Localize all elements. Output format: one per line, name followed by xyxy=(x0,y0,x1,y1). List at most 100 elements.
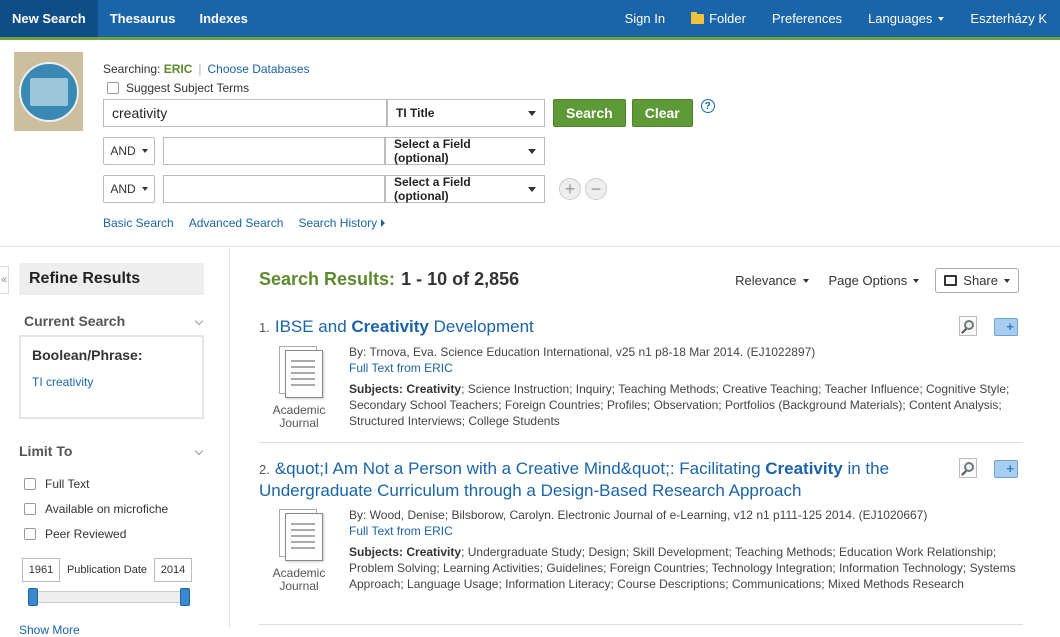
field-select-1-label: TI Title xyxy=(396,106,435,120)
date-range-slider[interactable] xyxy=(28,588,190,606)
limit-full-text[interactable]: Full Text xyxy=(24,477,89,491)
add-to-folder-icon[interactable]: + xyxy=(994,460,1018,478)
clear-button[interactable]: Clear xyxy=(631,99,693,127)
field-select-3[interactable]: Select a Field (optional) xyxy=(385,175,545,203)
limit-to-heading[interactable]: Limit To xyxy=(19,443,204,459)
microfiche-checkbox[interactable] xyxy=(24,503,36,515)
current-search-heading[interactable]: Current Search xyxy=(24,313,204,329)
result-title-2[interactable]: 2. &quot;I Am Not a Person with a Creativ… xyxy=(259,458,939,501)
arrow-right-icon xyxy=(381,219,386,227)
choose-databases-link[interactable]: Choose Databases xyxy=(208,62,310,76)
subjects-label: Subjects: xyxy=(349,382,404,396)
basic-search-link[interactable]: Basic Search xyxy=(103,216,174,230)
dropdown-arrow-icon xyxy=(528,186,536,192)
help-icon[interactable]: ? xyxy=(700,99,715,113)
preferences-link[interactable]: Preferences xyxy=(759,11,855,26)
caret-down-icon xyxy=(1004,278,1010,283)
result-item-2: 2. &quot;I Am Not a Person with a Creativ… xyxy=(259,458,1023,593)
tab-new-search[interactable]: New Search xyxy=(0,0,98,37)
collapse-panel-button[interactable]: « xyxy=(0,266,9,294)
current-search-box: Boolean/Phrase: TI creativity xyxy=(19,335,204,419)
preview-magnifier-icon[interactable] xyxy=(959,458,981,478)
chevron-down-icon xyxy=(194,446,204,456)
microfiche-label: Available on microfiche xyxy=(45,502,169,516)
search-row-3: AND Select a Field (optional) + − xyxy=(103,175,607,203)
add-to-folder-icon[interactable]: + xyxy=(994,318,1018,336)
search-history-link[interactable]: Search History xyxy=(298,216,386,230)
current-search-label: Current Search xyxy=(24,313,126,329)
suggest-subject-terms[interactable]: Suggest Subject Terms xyxy=(107,81,249,95)
search-mode-links: Basic Search Advanced Search Search Hist… xyxy=(103,216,386,230)
institution-logo xyxy=(14,52,83,131)
limit-to-label: Limit To xyxy=(19,443,73,459)
advanced-search-link[interactable]: Advanced Search xyxy=(189,216,284,230)
slider-handle-end[interactable] xyxy=(180,588,190,606)
sign-in-link[interactable]: Sign In xyxy=(612,11,678,26)
peer-reviewed-label: Peer Reviewed xyxy=(45,527,127,541)
search-input[interactable]: creativity xyxy=(103,99,387,127)
share-icon xyxy=(944,275,958,286)
publication-date-label: Publication Date xyxy=(66,564,148,576)
limit-peer-reviewed[interactable]: Peer Reviewed xyxy=(24,527,126,541)
result-title-1[interactable]: 1. IBSE and Creativity Development xyxy=(259,316,1023,338)
doc-type-label: Journal xyxy=(279,416,319,430)
search-row-2: AND Select a Field (optional) xyxy=(103,137,545,165)
field-select-1[interactable]: TI Title xyxy=(387,99,545,127)
tab-indexes[interactable]: Indexes xyxy=(187,0,259,37)
boolean-operator-label: AND xyxy=(110,182,136,196)
caret-down-icon xyxy=(141,149,148,153)
result-byline: By: Trnova, Eva. Science Education Inter… xyxy=(349,345,816,359)
account-name[interactable]: Eszterházy K xyxy=(957,11,1060,26)
doc-type-label: Academic xyxy=(272,403,326,417)
result-item-1: 1. IBSE and Creativity Development + Acad… xyxy=(259,316,1023,430)
full-text-link[interactable]: Full Text from ERIC xyxy=(349,523,1029,539)
folder-label: Folder xyxy=(709,11,746,26)
preview-magnifier-icon[interactable] xyxy=(959,316,981,336)
results-options: Relevance Page Options Share xyxy=(715,268,1019,293)
date-from-input[interactable]: 1961 xyxy=(22,558,60,582)
remove-row-button[interactable]: − xyxy=(585,178,607,200)
doc-type-label: Journal xyxy=(279,579,319,593)
refine-panel: « Refine Results Current Search Boolean/… xyxy=(0,248,230,637)
page-options-menu[interactable]: Page Options xyxy=(829,273,920,288)
suggest-terms-checkbox[interactable] xyxy=(107,82,119,94)
boolean-operator-select-3[interactable]: AND xyxy=(103,175,155,203)
result-meta-2: By: Wood, Denise; Bilsborow, Carolyn. El… xyxy=(349,507,1029,592)
search-input-3[interactable] xyxy=(163,175,385,203)
subjects-highlight: Creativity xyxy=(406,382,462,396)
academic-journal-icon: Academic Journal xyxy=(259,346,339,430)
result-number: 2. xyxy=(259,462,270,477)
date-to-input[interactable]: 2014 xyxy=(154,558,192,582)
caret-down-icon xyxy=(802,278,809,283)
result-tools: + xyxy=(959,316,1018,336)
caret-down-icon xyxy=(938,16,945,21)
search-button[interactable]: Search xyxy=(553,99,626,127)
share-button[interactable]: Share xyxy=(935,268,1019,293)
result-title-highlight: Creativity xyxy=(765,459,843,478)
peer-reviewed-checkbox[interactable] xyxy=(24,528,36,540)
result-divider xyxy=(259,624,1023,625)
boolean-phrase-value[interactable]: TI creativity xyxy=(32,375,191,389)
folder-link[interactable]: Folder xyxy=(678,11,759,26)
results-heading: Search Results: 1 - 10 of 2,856 xyxy=(259,269,519,290)
subjects-highlight: Creativity xyxy=(406,545,462,559)
languages-menu[interactable]: Languages xyxy=(855,11,957,26)
subjects-label: Subjects: xyxy=(349,545,404,559)
result-byline: By: Wood, Denise; Bilsborow, Carolyn. El… xyxy=(349,508,928,522)
limit-microfiche[interactable]: Available on microfiche xyxy=(24,502,168,516)
searching-line: Searching: ERIC | Choose Databases xyxy=(103,62,310,76)
search-input-2[interactable] xyxy=(163,137,385,165)
slider-handle-start[interactable] xyxy=(28,588,38,606)
add-row-button[interactable]: + xyxy=(559,178,581,200)
field-select-2[interactable]: Select a Field (optional) xyxy=(385,137,545,165)
full-text-checkbox[interactable] xyxy=(24,478,36,490)
search-area: Searching: ERIC | Choose Databases Suggest… xyxy=(0,40,1060,247)
dropdown-arrow-icon xyxy=(528,110,536,116)
sort-relevance-menu[interactable]: Relevance xyxy=(735,273,809,288)
boolean-operator-select-2[interactable]: AND xyxy=(103,137,155,165)
tab-thesaurus[interactable]: Thesaurus xyxy=(98,0,188,37)
result-title-text: Development xyxy=(428,317,534,336)
show-more-link[interactable]: Show More xyxy=(19,623,80,637)
result-tools: + xyxy=(959,458,1018,478)
full-text-link[interactable]: Full Text from ERIC xyxy=(349,360,1029,376)
